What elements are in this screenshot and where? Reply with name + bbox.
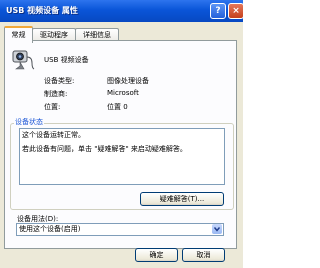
chevron-down-icon[interactable] (212, 224, 222, 234)
status-group-title: 设备状态 (14, 117, 44, 127)
tab-general[interactable]: 常规 (4, 26, 33, 43)
status-text-line1: 这个设备运转正常。 (22, 131, 85, 139)
help-icon: ? (215, 6, 221, 16)
location-label: 位置: (44, 103, 61, 111)
device-name: USB 视频设备 (44, 56, 89, 64)
camera-device-icon (12, 50, 35, 70)
troubleshoot-button[interactable]: 疑难解答(T)... (140, 192, 224, 206)
status-text-line2: 若此设备有问题，单击 "疑难解答" 来启动疑难解答。 (22, 145, 187, 153)
window-title: USB 视频设备 属性 (6, 6, 78, 15)
help-button[interactable]: ? (210, 3, 226, 19)
close-icon: × (232, 6, 240, 16)
device-usage-value: 使用这个设备(启用) (19, 225, 81, 233)
location-value: 位置 0 (107, 103, 128, 111)
device-type-label: 设备类型: (44, 77, 75, 85)
cancel-button[interactable]: 取消 (182, 248, 225, 262)
close-button[interactable]: × (228, 3, 244, 19)
ok-button[interactable]: 确定 (135, 248, 178, 262)
manufacturer-label: 制造商: (44, 90, 68, 98)
device-type-value: 图像处理设备 (107, 77, 149, 85)
manufacturer-value: Microsoft (107, 89, 139, 97)
